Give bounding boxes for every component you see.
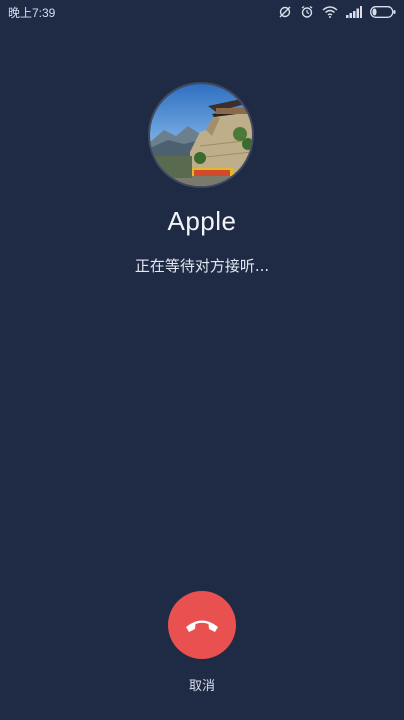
sync-off-icon — [278, 5, 292, 19]
signal-icon — [346, 6, 362, 18]
contact-avatar — [150, 84, 252, 186]
contact-name: Apple — [167, 206, 237, 236]
status-time: 晚上7:39 — [8, 5, 56, 20]
end-call-button[interactable] — [168, 591, 236, 659]
avatar-photo — [150, 84, 252, 186]
end-call-label: 取消 — [188, 679, 215, 694]
wifi-icon — [322, 6, 338, 18]
status-bar: 晚上7:39 — [0, 0, 404, 24]
phone-hangup-icon — [184, 616, 220, 634]
call-status-text: 正在等待对方接听... — [134, 257, 270, 275]
alarm-icon — [300, 5, 314, 19]
outgoing-call-screen: 晚上7:39 Apple 正在等待对方接听... 取消 — [0, 0, 404, 720]
battery-icon — [370, 6, 396, 18]
